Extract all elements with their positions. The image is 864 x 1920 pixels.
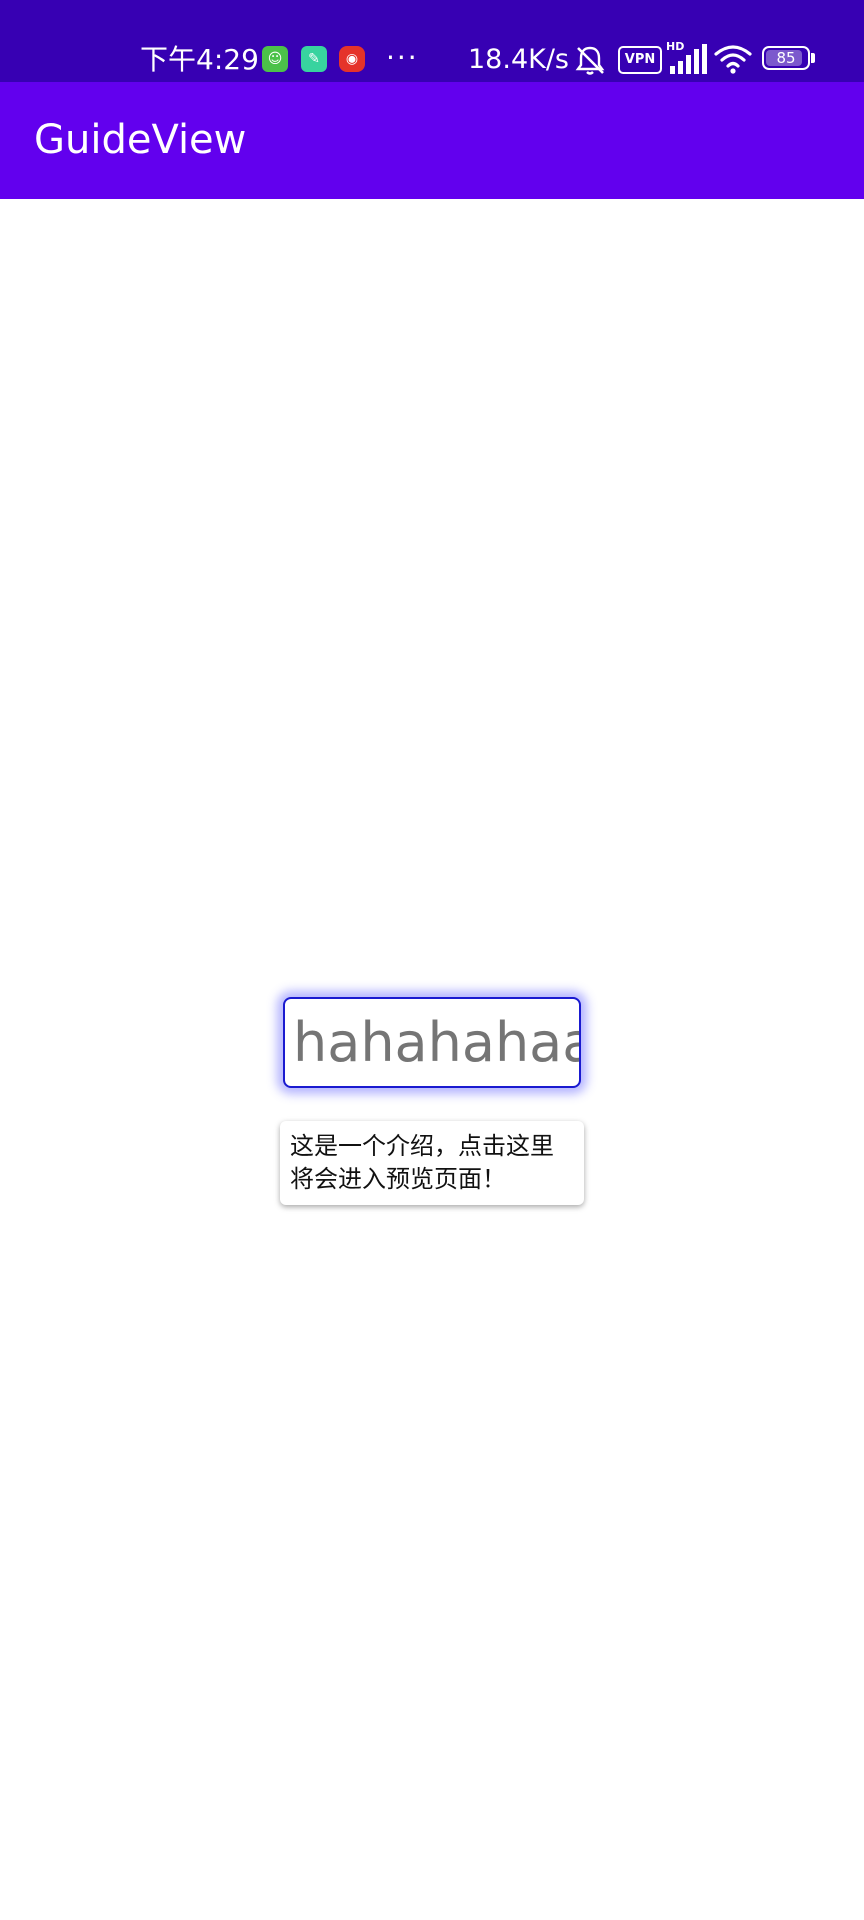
more-notifications-icon: ···: [386, 41, 419, 74]
guide-tooltip-text: 这是一个介绍，点击这里将会进入预览页面！: [290, 1132, 554, 1193]
wifi-icon: [714, 45, 752, 74]
app-title: GuideView: [34, 117, 247, 163]
app-bar: GuideView: [0, 82, 864, 199]
status-time: 下午4:29: [140, 43, 259, 76]
wrench-app-icon: ✎: [301, 46, 327, 72]
guide-tooltip[interactable]: 这是一个介绍，点击这里将会进入预览页面！: [280, 1121, 584, 1205]
bell-muted-icon: [575, 46, 605, 75]
target-text: hahahahaa: [293, 1011, 581, 1074]
cat-app-icon: ☺: [262, 46, 288, 72]
highlighted-target[interactable]: hahahahaa: [283, 997, 581, 1088]
battery-level: 85: [776, 49, 796, 67]
network-speed: 18.4K/s: [468, 44, 569, 75]
cell-signal-icon: HD: [666, 40, 708, 76]
vpn-icon: VPN: [618, 46, 662, 74]
battery-tip: [811, 53, 815, 63]
status-bar: 下午4:29 ☺ ✎ ◉ ··· 18.4K/s VPN HD 85: [0, 0, 864, 82]
battery-icon: 85: [762, 46, 810, 70]
red-app-icon: ◉: [339, 46, 365, 72]
